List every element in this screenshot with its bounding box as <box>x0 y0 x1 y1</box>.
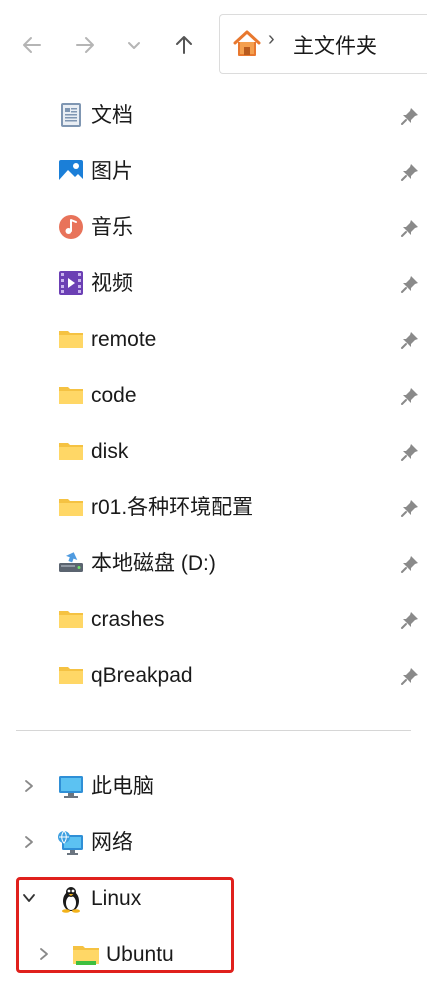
back-button[interactable] <box>14 27 50 63</box>
chevron-down-icon[interactable] <box>21 889 37 907</box>
arrow-left-icon <box>23 37 41 53</box>
tree-item-ubuntu[interactable]: Ubuntu <box>0 927 427 983</box>
chevron-right-icon[interactable] <box>21 833 37 851</box>
tree-item-label: Linux <box>91 887 142 910</box>
network-icon <box>58 830 83 855</box>
quick-item-label: 本地磁盘 (D:) <box>91 552 216 575</box>
quick-item-videos[interactable]: 视频 <box>0 256 427 312</box>
quick-item-crashes[interactable]: crashes <box>0 592 427 648</box>
breadcrumb-separator[interactable]: › <box>268 28 275 51</box>
quick-item-r01[interactable]: r01.各种环境配置 <box>0 480 427 536</box>
pin-icon[interactable] <box>400 610 420 630</box>
computer-icon <box>59 776 83 798</box>
pin-icon[interactable] <box>400 666 420 686</box>
pin-icon[interactable] <box>400 330 420 350</box>
quick-item-disk[interactable]: disk <box>0 424 427 480</box>
pin-icon[interactable] <box>400 162 420 182</box>
music-icon <box>59 215 83 239</box>
breadcrumb-home[interactable]: 主文件夹 <box>293 30 377 60</box>
quick-item-label: 图片 <box>91 160 133 183</box>
folder-icon <box>73 946 99 965</box>
quick-item-qbreakpad[interactable]: qBreakpad <box>0 648 427 704</box>
home-icon[interactable] <box>231 28 263 60</box>
folder-icon <box>59 667 83 684</box>
drive-icon <box>59 552 83 572</box>
tree-item-label: Ubuntu <box>106 943 174 966</box>
forward-button[interactable] <box>67 27 103 63</box>
quick-item-remote[interactable]: remote <box>0 312 427 368</box>
pictures-icon <box>59 160 83 182</box>
quick-item-label: 文档 <box>91 104 133 127</box>
quick-item-label: qBreakpad <box>91 664 193 687</box>
folder-icon <box>59 499 83 516</box>
tree-item-linux[interactable]: Linux <box>0 871 427 927</box>
quick-item-pictures[interactable]: 图片 <box>0 144 427 200</box>
folder-icon <box>59 443 83 460</box>
quick-item-label: crashes <box>91 608 165 631</box>
quick-item-label: r01.各种环境配置 <box>91 496 254 519</box>
quick-item-code[interactable]: code <box>0 368 427 424</box>
arrow-up-icon <box>176 36 192 54</box>
recent-locations-button[interactable] <box>116 27 152 63</box>
quick-item-label: remote <box>91 328 157 351</box>
pin-icon[interactable] <box>400 274 420 294</box>
quick-item-music[interactable]: 音乐 <box>0 200 427 256</box>
tree-item-this-pc[interactable]: 此电脑 <box>0 759 427 815</box>
tree-item-network[interactable]: 网络 <box>0 815 427 871</box>
section-divider <box>16 730 411 731</box>
quick-item-documents[interactable]: 文档 <box>0 88 427 144</box>
pin-icon[interactable] <box>400 442 420 462</box>
pin-icon[interactable] <box>400 218 420 238</box>
quick-item-local-disk-d[interactable]: 本地磁盘 (D:) <box>0 536 427 592</box>
chevron-right-icon[interactable] <box>21 777 37 795</box>
chevron-down-icon <box>128 42 140 49</box>
linux-tux-icon <box>62 887 80 913</box>
folder-icon <box>59 611 83 628</box>
up-button[interactable] <box>166 27 202 63</box>
quick-item-label: 音乐 <box>91 216 133 239</box>
documents-icon <box>61 103 81 127</box>
tree-item-label: 此电脑 <box>91 775 154 798</box>
pin-icon[interactable] <box>400 106 420 126</box>
arrow-right-icon <box>76 37 94 53</box>
pin-icon[interactable] <box>400 554 420 574</box>
chevron-right-icon[interactable] <box>36 945 52 963</box>
pin-icon[interactable] <box>400 386 420 406</box>
quick-item-label: code <box>91 384 137 407</box>
pin-icon[interactable] <box>400 498 420 518</box>
quick-item-label: disk <box>91 440 129 463</box>
quick-item-label: 视频 <box>91 272 133 295</box>
videos-icon <box>59 271 83 295</box>
tree-item-label: 网络 <box>91 831 133 854</box>
folder-icon <box>59 331 83 348</box>
navigation-toolbar: › 主文件夹 <box>0 0 427 88</box>
folder-icon <box>59 387 83 404</box>
